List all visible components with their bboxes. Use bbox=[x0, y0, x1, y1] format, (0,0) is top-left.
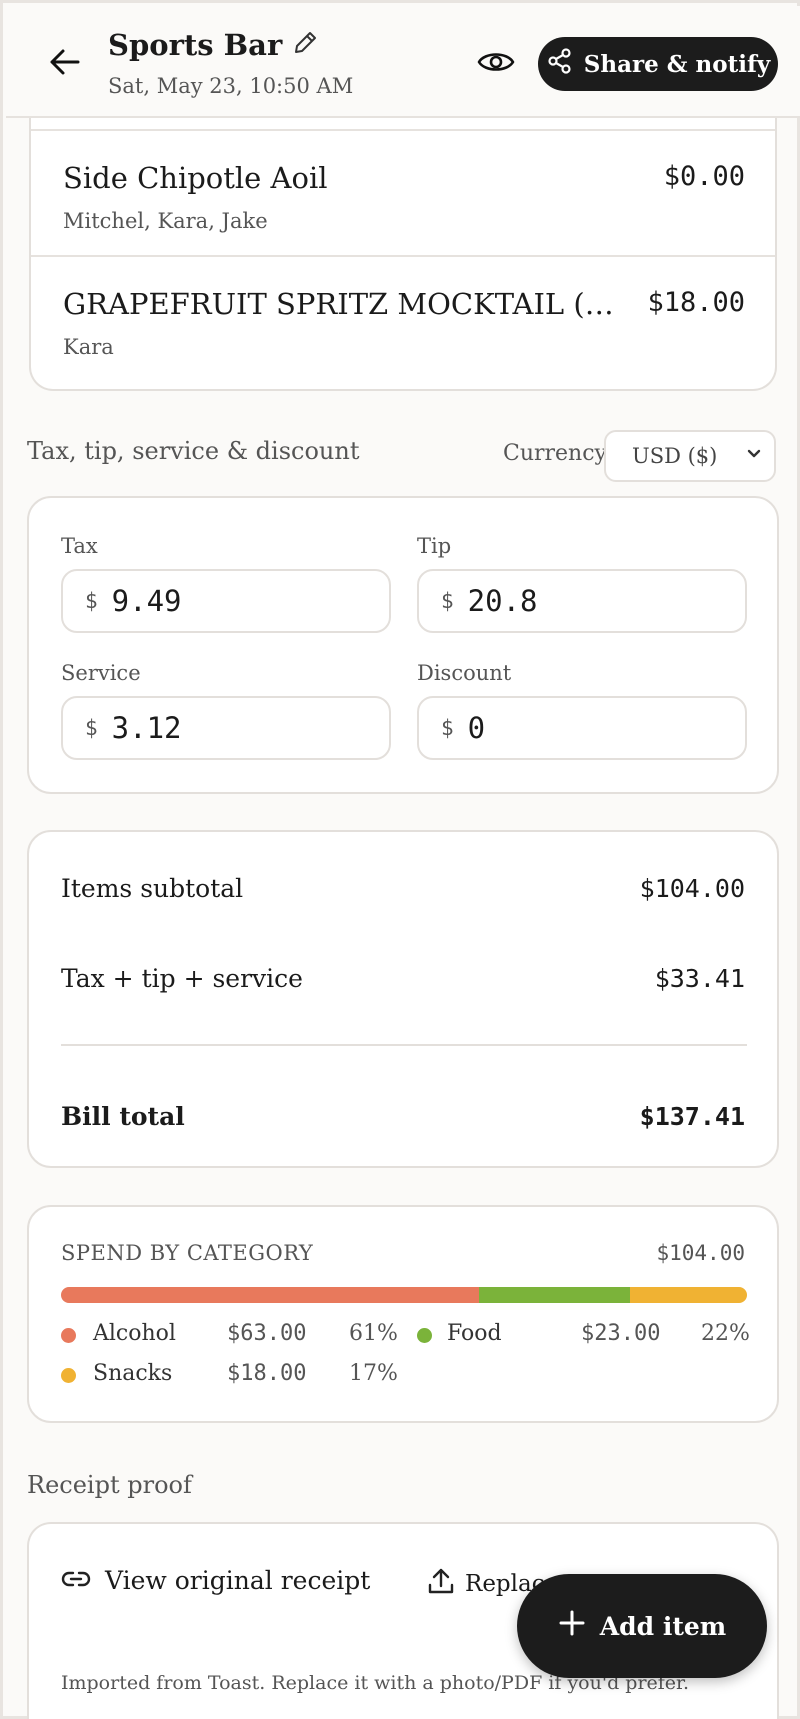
adjustments-card: Tax $ 9.49 Tip $ 20.8 Service $ 3.12 Dis… bbox=[27, 496, 779, 794]
share-icon bbox=[546, 47, 574, 81]
page-title: Sports Bar bbox=[108, 28, 283, 62]
tax-field[interactable]: $ 9.49 bbox=[61, 569, 391, 633]
subtotal-value: $104.00 bbox=[639, 874, 745, 903]
service-field[interactable]: $ 3.12 bbox=[61, 696, 391, 760]
tax-value: 9.49 bbox=[111, 584, 182, 618]
view-receipt-link[interactable]: View original receipt bbox=[61, 1566, 370, 1595]
item-people: Mitchel, Kara, Jake bbox=[63, 209, 268, 233]
legend-name: Snacks bbox=[93, 1361, 173, 1386]
back-button[interactable] bbox=[44, 44, 84, 84]
category-bar-segment-alcohol bbox=[61, 1287, 480, 1303]
legend-name: Food bbox=[447, 1321, 502, 1346]
app-header: Sports Bar Sat, May 23, 10:50 AM Share &… bbox=[6, 6, 800, 118]
legend-item-snacks: Snacks $18.00 17% bbox=[61, 1361, 398, 1391]
item-name: Side Chipotle Aoil bbox=[63, 161, 328, 195]
currency-label: Currency bbox=[503, 441, 607, 466]
share-notify-button[interactable]: Share & notify bbox=[538, 37, 778, 91]
fees-value: $33.41 bbox=[654, 964, 745, 993]
chevron-down-icon bbox=[744, 444, 764, 469]
legend-amount: $18.00 bbox=[227, 1361, 307, 1386]
legend-item-food: Food $23.00 22% bbox=[417, 1321, 750, 1351]
eye-icon bbox=[477, 48, 515, 80]
currency-symbol: $ bbox=[85, 716, 98, 740]
currency-select[interactable]: USD ($) bbox=[604, 430, 776, 482]
preview-button[interactable] bbox=[474, 44, 518, 84]
item-price: $0.00 bbox=[663, 161, 745, 192]
bill-total-label: Bill total bbox=[61, 1102, 185, 1131]
divider bbox=[61, 1044, 747, 1046]
service-label: Service bbox=[61, 661, 141, 685]
adjustments-section-label: Tax, tip, service & discount bbox=[27, 437, 360, 465]
tip-label: Tip bbox=[417, 534, 452, 558]
totals-card: Items subtotal $104.00 Tax + tip + servi… bbox=[27, 830, 779, 1168]
currency-value: USD ($) bbox=[632, 444, 718, 468]
tip-value: 20.8 bbox=[467, 584, 538, 618]
legend-dot bbox=[417, 1328, 432, 1343]
legend-amount: $63.00 bbox=[227, 1321, 307, 1346]
pencil-icon[interactable] bbox=[292, 30, 318, 60]
legend-percent: 17% bbox=[349, 1361, 398, 1386]
add-item-button[interactable]: Add item bbox=[517, 1574, 767, 1678]
arrow-left-icon bbox=[48, 48, 80, 80]
app-frame: Side Chipotle Aoil Mitchel, Kara, Jake $… bbox=[0, 0, 800, 1719]
items-card: Side Chipotle Aoil Mitchel, Kara, Jake $… bbox=[29, 103, 777, 391]
page-subtitle: Sat, May 23, 10:50 AM bbox=[108, 74, 354, 98]
link-icon bbox=[61, 1566, 91, 1595]
legend-percent: 22% bbox=[701, 1321, 750, 1346]
legend-dot bbox=[61, 1328, 76, 1343]
category-bar-segment-snacks bbox=[630, 1287, 747, 1303]
discount-label: Discount bbox=[417, 661, 512, 685]
category-bar bbox=[61, 1287, 747, 1303]
currency-symbol: $ bbox=[85, 589, 98, 613]
category-bar-segment-food bbox=[479, 1287, 631, 1303]
legend-name: Alcohol bbox=[93, 1321, 176, 1346]
tip-field[interactable]: $ 20.8 bbox=[417, 569, 747, 633]
currency-symbol: $ bbox=[441, 589, 454, 613]
category-card: SPEND BY CATEGORY $104.00 Alcohol $63.00… bbox=[27, 1205, 779, 1423]
category-title: SPEND BY CATEGORY bbox=[61, 1241, 314, 1265]
legend-dot bbox=[61, 1368, 76, 1383]
plus-icon bbox=[558, 1609, 586, 1643]
view-receipt-label: View original receipt bbox=[105, 1566, 371, 1595]
share-label: Share & notify bbox=[583, 50, 771, 78]
item-people: Kara bbox=[63, 335, 114, 359]
receipt-section-label: Receipt proof bbox=[27, 1471, 192, 1499]
legend-percent: 61% bbox=[349, 1321, 398, 1346]
legend-item-alcohol: Alcohol $63.00 61% bbox=[61, 1321, 398, 1351]
item-price: $18.00 bbox=[647, 287, 745, 318]
list-item[interactable]: GRAPEFRUIT SPRITZ MOCKTAIL (Ti... Kara $… bbox=[31, 257, 775, 385]
subtotal-label: Items subtotal bbox=[61, 874, 244, 903]
item-name: GRAPEFRUIT SPRITZ MOCKTAIL (Ti... bbox=[63, 287, 623, 321]
bill-total-value: $137.41 bbox=[639, 1102, 745, 1131]
title-row: Sports Bar bbox=[108, 28, 318, 62]
discount-value: 0 bbox=[467, 711, 486, 745]
upload-icon bbox=[427, 1566, 455, 1602]
fees-label: Tax + tip + service bbox=[61, 964, 303, 993]
add-item-label: Add item bbox=[599, 1611, 727, 1641]
service-value: 3.12 bbox=[111, 711, 182, 745]
tax-label: Tax bbox=[61, 534, 98, 558]
list-item[interactable]: Side Chipotle Aoil Mitchel, Kara, Jake $… bbox=[31, 129, 775, 257]
legend-amount: $23.00 bbox=[581, 1321, 661, 1346]
discount-field[interactable]: $ 0 bbox=[417, 696, 747, 760]
category-total: $104.00 bbox=[656, 1241, 745, 1265]
currency-symbol: $ bbox=[441, 716, 454, 740]
